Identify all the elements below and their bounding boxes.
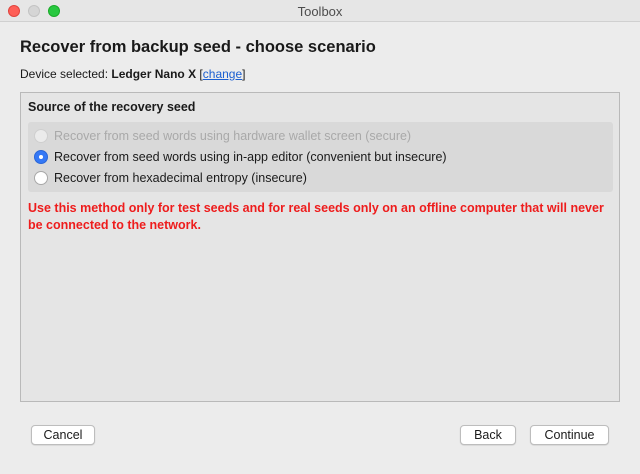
continue-button[interactable]: Continue <box>530 425 609 445</box>
option-label[interactable]: Recover from hexadecimal entropy (insecu… <box>54 171 307 185</box>
option-in-app-editor[interactable]: Recover from seed words using in-app edi… <box>34 148 447 166</box>
back-button[interactable]: Back <box>460 425 516 445</box>
option-label: Recover from seed words using hardware w… <box>54 129 412 143</box>
recovery-options-group: Recover from seed words using hardware w… <box>28 122 613 192</box>
device-name: Ledger Nano X <box>111 67 197 81</box>
page-title: Recover from backup seed - choose scenar… <box>20 38 376 56</box>
option-label[interactable]: Recover from seed words using in-app edi… <box>54 150 447 164</box>
bracket-close: ] <box>242 67 246 81</box>
device-selected-line: Device selected: Ledger Nano X [change] <box>20 67 245 81</box>
radio-hexadecimal-entropy[interactable] <box>34 171 48 185</box>
device-label: Device selected: <box>20 67 109 81</box>
panel-title: Source of the recovery seed <box>28 100 196 114</box>
radio-in-app-editor[interactable] <box>34 150 48 164</box>
security-warning: Use this method only for test seeds and … <box>28 201 604 232</box>
window-title: Toolbox <box>297 4 343 19</box>
option-hexadecimal-entropy[interactable]: Recover from hexadecimal entropy (insecu… <box>34 169 307 187</box>
change-device-link[interactable]: change <box>203 67 242 81</box>
radio-hardware-wallet-screen <box>34 129 48 143</box>
title-bar: Toolbox <box>0 0 640 22</box>
recovery-source-panel: Source of the recovery seed Recover from… <box>20 92 620 402</box>
option-hardware-wallet-screen: Recover from seed words using hardware w… <box>34 127 411 145</box>
cancel-button[interactable]: Cancel <box>31 425 95 445</box>
